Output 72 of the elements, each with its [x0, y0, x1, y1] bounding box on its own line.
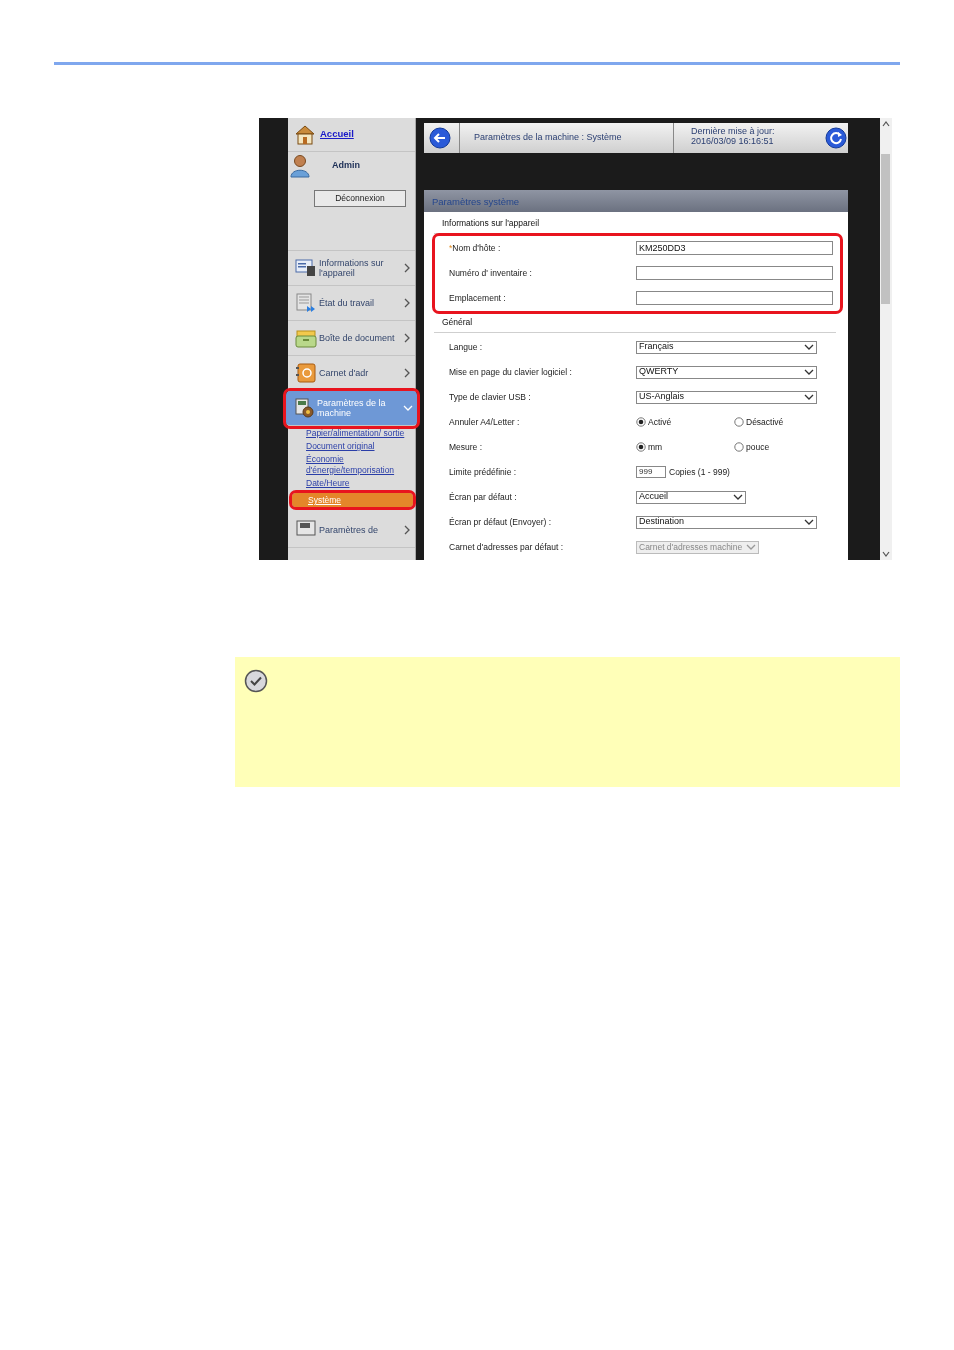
machine-gear-icon [293, 397, 315, 419]
sidebar-item[interactable]: Boîte de document [288, 321, 415, 356]
radio-option[interactable]: Activé [636, 415, 734, 429]
radio-option[interactable]: Désactivé [734, 415, 832, 429]
user-icon [290, 154, 310, 178]
chevron-right-icon [403, 263, 411, 273]
sidebar-item[interactable]: Informations sur l'appareil [288, 251, 415, 286]
chevron-right-icon [403, 525, 411, 536]
page-title: Paramètres de la machine : Système [459, 123, 673, 153]
radio-button[interactable] [636, 442, 646, 452]
input-field[interactable] [636, 266, 833, 281]
dropdown[interactable]: Français [636, 340, 817, 354]
scrollbar[interactable] [880, 118, 892, 560]
logout-button[interactable]: Déconnexion [314, 190, 406, 207]
back-icon[interactable] [429, 127, 451, 149]
panel-header: Paramètres système [424, 190, 848, 212]
chevron-down-icon [804, 393, 814, 401]
dropdown[interactable]: QWERTY [636, 365, 817, 379]
input-field[interactable] [636, 291, 833, 306]
submenu-link[interactable]: Papier/alimentation/ sortie [306, 428, 411, 439]
submenu-link[interactable]: Document original [306, 441, 411, 452]
chevron-right-icon [403, 298, 411, 308]
document-box-icon [295, 327, 317, 349]
user-name: Admin [332, 159, 361, 172]
chevron-right-icon [403, 333, 411, 343]
home-icon [294, 123, 316, 146]
range-hint: Copies (1 - 999) [669, 465, 730, 479]
refresh-icon[interactable] [825, 127, 847, 149]
field-label: Mise en page du clavier logiciel : [449, 365, 573, 379]
dropdown[interactable]: US-Anglais [636, 390, 817, 404]
input-field[interactable]: KM250DD3 [636, 241, 833, 256]
chevron-down-icon [746, 543, 757, 551]
sidebar-item[interactable]: Paramètres de [288, 513, 415, 549]
radio-button[interactable] [734, 417, 744, 427]
update-label: Dernière mise à jour: [691, 126, 776, 137]
scroll-down-icon[interactable] [882, 551, 890, 557]
field-label: Écran par défaut : [449, 490, 518, 504]
sidebar-item[interactable]: État du travail [288, 286, 415, 321]
radio-button[interactable] [636, 417, 646, 427]
chevron-down-icon [804, 343, 814, 351]
radio-option[interactable]: pouce [734, 440, 832, 454]
address-book-icon [295, 362, 317, 384]
field-label: Langue : [449, 340, 484, 354]
submenu-link[interactable]: Économie d'énergie/temporisation [306, 454, 411, 475]
field-label: Type de clavier USB : [449, 390, 532, 404]
field-label: Emplacement : [449, 291, 507, 305]
field-label: Limite prédéfinie : [449, 465, 518, 479]
home-link[interactable]: Accueil [320, 127, 354, 142]
field-label: Numéro d' inventaire : [449, 266, 533, 280]
device-icon [295, 257, 317, 279]
check-icon [244, 669, 268, 693]
chevron-down-icon [804, 368, 814, 376]
chevron-down-icon [733, 493, 743, 501]
job-icon [295, 292, 317, 314]
field-label: Carnet d'adresses par défaut : [449, 540, 565, 554]
section-title: Informations sur l'appareil [434, 212, 836, 234]
dropdown[interactable]: Destination [636, 515, 817, 529]
scroll-up-icon[interactable] [882, 121, 890, 127]
chevron-down-icon [403, 404, 413, 412]
field-label: Annuler A4/Letter : [449, 415, 521, 429]
field-label: Écran pr défaut (Envoyer) : [449, 515, 553, 529]
section-title: Général [434, 310, 836, 333]
radio-button[interactable] [734, 442, 744, 452]
chevron-right-icon [403, 368, 411, 378]
update-time: 2016/03/09 16:16:51 [691, 136, 775, 147]
field-label: *Nom d'hôte : [449, 241, 502, 255]
field-label: Mesure : [449, 440, 484, 454]
chevron-down-icon [804, 518, 814, 526]
radio-option[interactable]: mm [636, 440, 734, 454]
dropdown[interactable]: Accueil [636, 490, 746, 504]
submenu-link[interactable]: Date/Heure [306, 477, 411, 488]
number-field[interactable]: 999 [636, 466, 666, 478]
